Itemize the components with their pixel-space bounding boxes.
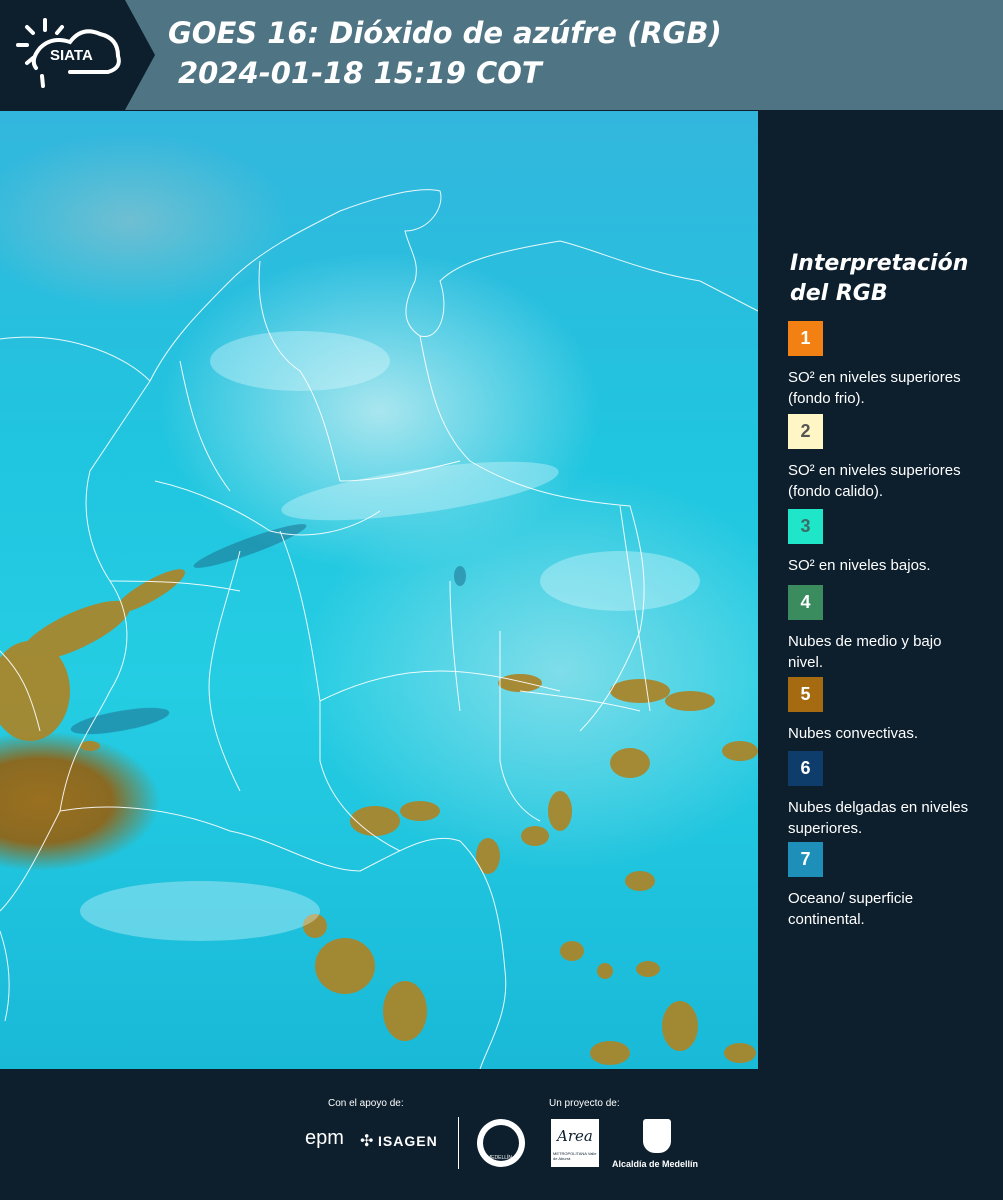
legend-text: Oceano/ superficie continental. xyxy=(788,890,914,928)
support-label: Con el apoyo de: xyxy=(328,1098,404,1109)
legend-panel: Interpretación del RGB 1 SO² en niveles s… xyxy=(760,111,1003,1069)
medellin-seal: MEDELLÍN xyxy=(477,1119,525,1167)
legend-text: Nubes delgadas en niveles superiores. xyxy=(788,799,969,837)
alcaldia-logo-text: Alcaldía de Medellín xyxy=(612,1159,699,1169)
legend-text: SO² en niveles bajos. xyxy=(788,557,931,574)
footer: Con el apoyo de: Un proyecto de: epm ✣ I… xyxy=(0,1069,1003,1200)
isagen-logo: ISAGEN xyxy=(378,1133,438,1149)
legend-number: 5 xyxy=(800,684,811,704)
area-metropolitana-logo: Area METROPOLITANA Valle de Aburrá xyxy=(551,1119,599,1167)
footer-divider xyxy=(458,1117,459,1169)
page-timestamp: 2024-01-18 15:19 COT xyxy=(178,56,542,90)
legend-number: 7 xyxy=(800,849,811,869)
project-label: Un proyecto de: xyxy=(549,1098,620,1109)
legend-number: 4 xyxy=(800,592,811,612)
page-title: GOES 16: Dióxido de azúfre (RGB) xyxy=(168,16,722,50)
logo-text: SIATA xyxy=(50,47,93,64)
thin-clouds xyxy=(70,524,466,735)
isagen-icon: ✣ xyxy=(360,1133,374,1150)
legend-number: 2 xyxy=(800,421,811,441)
legend-number: 6 xyxy=(800,758,811,778)
convective-clouds xyxy=(0,569,758,1065)
legend-number: 1 xyxy=(800,328,811,348)
legend-text: Nubes de medio y bajo nivel. xyxy=(788,633,942,671)
legend-text: SO² en niveles superiores (fondo calido)… xyxy=(788,462,961,500)
area-logo-text: Area xyxy=(557,1127,593,1145)
legend-swatch-5: 5 xyxy=(788,677,823,712)
epm-logo: epm xyxy=(305,1127,344,1149)
legend-swatch-2: 2 xyxy=(788,414,823,449)
legend-text: Nubes convectivas. xyxy=(788,725,919,742)
country-borders xyxy=(0,189,758,1069)
legend-swatch-3: 3 xyxy=(788,509,823,544)
map-overlay xyxy=(0,189,758,1069)
satellite-map xyxy=(0,111,758,1069)
siata-logo: SIATA xyxy=(0,0,155,110)
legend-title: Interpretación del RGB xyxy=(790,251,969,306)
legend-swatch-7: 7 xyxy=(788,842,823,877)
header-bar: SIATA GOES 16: Dióxido de azúfre (RGB) 2… xyxy=(0,0,1003,110)
legend-text: SO² en niveles superiores (fondo frio). xyxy=(788,369,961,407)
legend-swatch-4: 4 xyxy=(788,585,823,620)
area-logo-sub: METROPOLITANA Valle de Aburrá xyxy=(553,1151,597,1161)
high-clouds xyxy=(80,331,700,941)
alcaldia-shield-icon xyxy=(643,1119,671,1153)
seal-text: MEDELLÍN xyxy=(487,1155,513,1161)
legend-swatch-1: 1 xyxy=(788,321,823,356)
legend-swatch-6: 6 xyxy=(788,751,823,786)
legend-number: 3 xyxy=(800,516,811,536)
